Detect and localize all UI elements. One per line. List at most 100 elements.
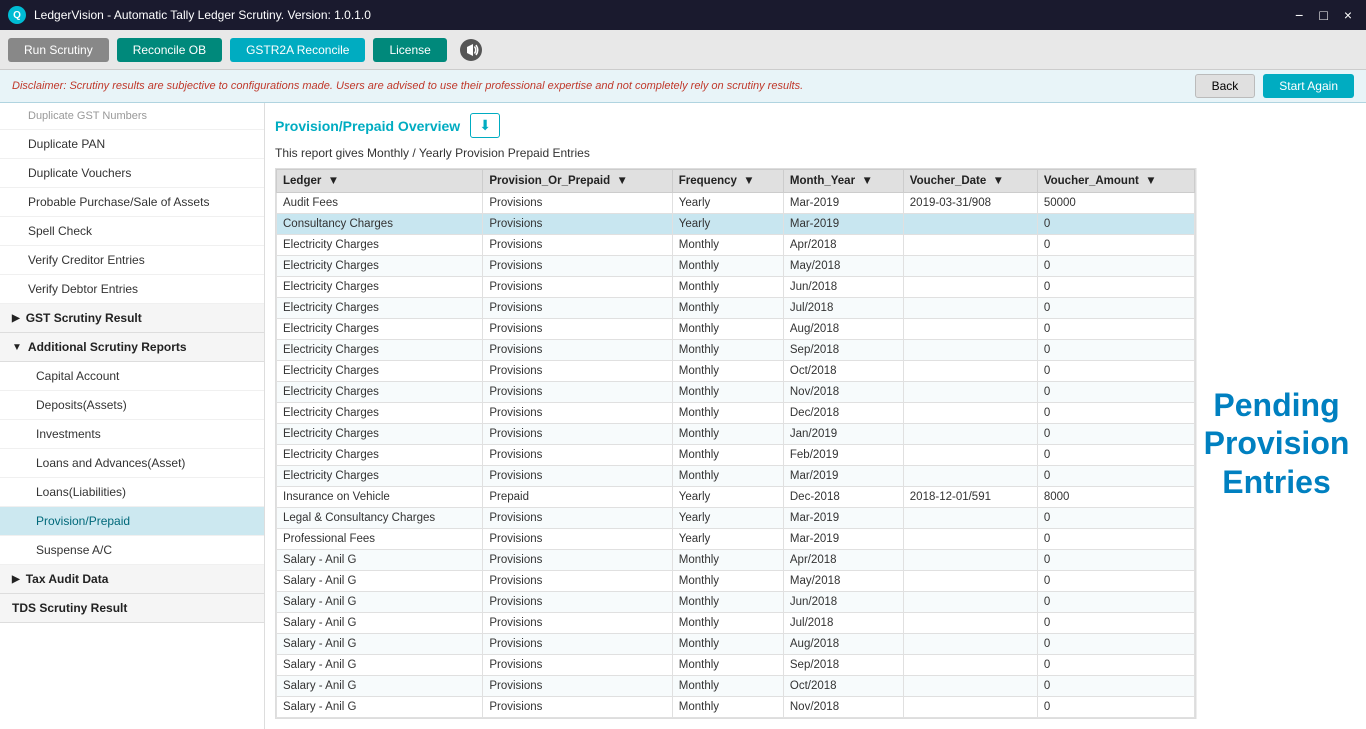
table-row[interactable]: Salary - Anil GProvisionsMonthlyOct/2018… <box>277 676 1195 697</box>
table-row[interactable]: Salary - Anil GProvisionsMonthlyAug/2018… <box>277 634 1195 655</box>
table-row[interactable]: Electricity ChargesProvisionsMonthlyMay/… <box>277 256 1195 277</box>
table-row[interactable]: Salary - Anil GProvisionsMonthlyApr/2018… <box>277 550 1195 571</box>
table-cell: 8000 <box>1037 487 1194 508</box>
sidebar-item-capital-account[interactable]: Capital Account <box>0 362 264 391</box>
table-cell: Electricity Charges <box>277 466 483 487</box>
table-row[interactable]: Salary - Anil GProvisionsMonthlyJun/2018… <box>277 592 1195 613</box>
table-row[interactable]: Electricity ChargesProvisionsMonthlyApr/… <box>277 235 1195 256</box>
run-scrutiny-button[interactable]: Run Scrutiny <box>8 38 109 62</box>
table-row[interactable]: Electricity ChargesProvisionsMonthlyJan/… <box>277 424 1195 445</box>
table-cell: Monthly <box>672 340 783 361</box>
table-cell: Apr/2018 <box>783 550 903 571</box>
table-cell: Apr/2018 <box>783 235 903 256</box>
table-cell <box>903 382 1037 403</box>
data-table-container[interactable]: Ledger ▼ Provision_Or_Prepaid ▼ Frequenc… <box>275 168 1196 719</box>
table-cell <box>903 613 1037 634</box>
sidebar-item-duplicate-pan[interactable]: Duplicate PAN <box>0 130 264 159</box>
table-cell <box>903 277 1037 298</box>
col-voucher-date[interactable]: Voucher_Date ▼ <box>903 170 1037 193</box>
table-row[interactable]: Salary - Anil GProvisionsMonthlyMay/2018… <box>277 571 1195 592</box>
table-row[interactable]: Electricity ChargesProvisionsMonthlyOct/… <box>277 361 1195 382</box>
table-row[interactable]: Salary - Anil GProvisionsMonthlyDec/2018… <box>277 718 1195 720</box>
table-cell: Provisions <box>483 256 672 277</box>
col-frequency[interactable]: Frequency ▼ <box>672 170 783 193</box>
speaker-button[interactable] <box>455 34 487 66</box>
table-cell: 0 <box>1037 214 1194 235</box>
table-cell: Mar-2019 <box>783 193 903 214</box>
sidebar-item-probable-purchase[interactable]: Probable Purchase/Sale of Assets <box>0 188 264 217</box>
sidebar-item-loans-liabilities[interactable]: Loans(Liabilities) <box>0 478 264 507</box>
table-cell: Jul/2018 <box>783 613 903 634</box>
maximize-button[interactable]: □ <box>1313 5 1333 25</box>
sidebar-section-tax-audit[interactable]: ▶ Tax Audit Data <box>0 565 264 594</box>
sidebar-item-spell-check[interactable]: Spell Check <box>0 217 264 246</box>
table-row[interactable]: Electricity ChargesProvisionsMonthlyDec/… <box>277 403 1195 424</box>
col-ledger[interactable]: Ledger ▼ <box>277 170 483 193</box>
license-button[interactable]: License <box>373 38 446 62</box>
window-controls[interactable]: − □ × <box>1289 5 1358 25</box>
table-row[interactable]: Audit FeesProvisionsYearlyMar-20192019-0… <box>277 193 1195 214</box>
sidebar-item-loans-advances[interactable]: Loans and Advances(Asset) <box>0 449 264 478</box>
sidebar-item-suspense[interactable]: Suspense A/C <box>0 536 264 565</box>
table-cell: Provisions <box>483 235 672 256</box>
sidebar-item-duplicate-vouchers[interactable]: Duplicate Vouchers <box>0 159 264 188</box>
table-cell: Provisions <box>483 361 672 382</box>
table-cell: Electricity Charges <box>277 403 483 424</box>
table-row[interactable]: Professional FeesProvisionsYearlyMar-201… <box>277 529 1195 550</box>
sidebar-item-duplicate-gst[interactable]: Duplicate GST Numbers <box>0 103 264 130</box>
col-month-year[interactable]: Month_Year ▼ <box>783 170 903 193</box>
table-row[interactable]: Salary - Anil GProvisionsMonthlyJul/2018… <box>277 613 1195 634</box>
sidebar-section-tds[interactable]: TDS Scrutiny Result <box>0 594 264 623</box>
table-cell: Consultancy Charges <box>277 214 483 235</box>
table-cell: Yearly <box>672 508 783 529</box>
table-row[interactable]: Salary - Anil GProvisionsMonthlySep/2018… <box>277 655 1195 676</box>
table-cell <box>903 424 1037 445</box>
table-row[interactable]: Electricity ChargesProvisionsMonthlyAug/… <box>277 319 1195 340</box>
table-cell: May/2018 <box>783 256 903 277</box>
table-row[interactable]: Salary - Anil GProvisionsMonthlyNov/2018… <box>277 697 1195 718</box>
gstr2a-reconcile-button[interactable]: GSTR2A Reconcile <box>230 38 365 62</box>
sidebar-item-verify-debtor[interactable]: Verify Debtor Entries <box>0 275 264 304</box>
table-row[interactable]: Insurance on VehiclePrepaidYearlyDec-201… <box>277 487 1195 508</box>
sidebar-item-provision-prepaid[interactable]: Provision/Prepaid <box>0 507 264 536</box>
table-cell: Dec-2018 <box>783 487 903 508</box>
table-row[interactable]: Electricity ChargesProvisionsMonthlyJun/… <box>277 277 1195 298</box>
sidebar-section-gst[interactable]: ▶ GST Scrutiny Result <box>0 304 264 333</box>
table-cell: Provisions <box>483 676 672 697</box>
table-cell: Electricity Charges <box>277 256 483 277</box>
close-button[interactable]: × <box>1338 5 1358 25</box>
reconcile-ob-button[interactable]: Reconcile OB <box>117 38 222 62</box>
table-cell: Monthly <box>672 319 783 340</box>
table-row[interactable]: Electricity ChargesProvisionsMonthlyNov/… <box>277 382 1195 403</box>
table-row[interactable]: Electricity ChargesProvisionsMonthlyFeb/… <box>277 445 1195 466</box>
table-cell: Mar-2019 <box>783 214 903 235</box>
table-cell: Nov/2018 <box>783 382 903 403</box>
sidebar-item-deposits[interactable]: Deposits(Assets) <box>0 391 264 420</box>
minimize-button[interactable]: − <box>1289 5 1309 25</box>
sidebar-item-verify-creditor[interactable]: Verify Creditor Entries <box>0 246 264 275</box>
table-row[interactable]: Consultancy ChargesProvisionsYearlyMar-2… <box>277 214 1195 235</box>
table-cell: Monthly <box>672 676 783 697</box>
table-cell: 2019-03-31/908 <box>903 193 1037 214</box>
table-cell: 2018-12-01/591 <box>903 487 1037 508</box>
back-button[interactable]: Back <box>1195 74 1256 98</box>
col-provision[interactable]: Provision_Or_Prepaid ▼ <box>483 170 672 193</box>
col-voucher-amount[interactable]: Voucher_Amount ▼ <box>1037 170 1194 193</box>
sidebar-item-investments[interactable]: Investments <box>0 420 264 449</box>
table-row[interactable]: Electricity ChargesProvisionsMonthlyJul/… <box>277 298 1195 319</box>
content-area: Provision/Prepaid Overview ⬇ This report… <box>265 103 1366 729</box>
table-cell: Electricity Charges <box>277 277 483 298</box>
table-cell <box>903 319 1037 340</box>
table-row[interactable]: Electricity ChargesProvisionsMonthlySep/… <box>277 340 1195 361</box>
table-cell: 0 <box>1037 718 1194 720</box>
sidebar-section-additional[interactable]: ▼ Additional Scrutiny Reports <box>0 333 264 362</box>
table-cell: Provisions <box>483 340 672 361</box>
start-again-button[interactable]: Start Again <box>1263 74 1354 98</box>
table-cell: Electricity Charges <box>277 361 483 382</box>
table-cell: Salary - Anil G <box>277 592 483 613</box>
download-button[interactable]: ⬇ <box>470 113 500 138</box>
table-row[interactable]: Electricity ChargesProvisionsMonthlyMar/… <box>277 466 1195 487</box>
table-cell <box>903 466 1037 487</box>
table-cell: Jun/2018 <box>783 277 903 298</box>
table-row[interactable]: Legal & Consultancy ChargesProvisionsYea… <box>277 508 1195 529</box>
